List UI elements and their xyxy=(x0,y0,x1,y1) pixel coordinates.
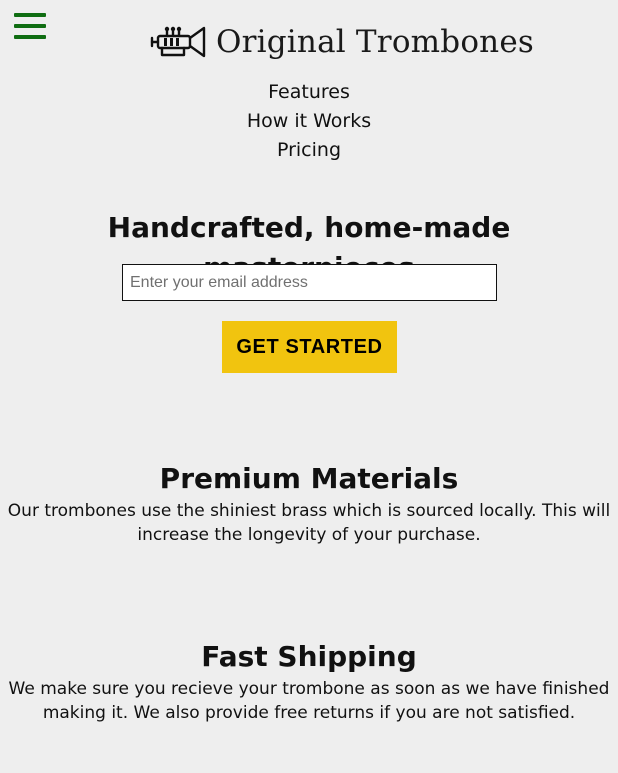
site-logo[interactable]: Original Trombones xyxy=(150,20,534,64)
nav-link-how-it-works[interactable]: How it Works xyxy=(0,107,618,136)
menu-bar-bottom xyxy=(14,35,46,39)
menu-bar-middle xyxy=(14,24,46,28)
feature-description: We make sure you recieve your trombone a… xyxy=(8,679,610,723)
nav-link-features[interactable]: Features xyxy=(0,78,618,107)
email-input[interactable] xyxy=(122,264,497,301)
feature-premium-materials: Premium Materials Our trombones use the … xyxy=(0,461,618,547)
feature-fast-shipping: Fast Shipping We make sure you recieve y… xyxy=(0,639,618,725)
feature-title: Fast Shipping xyxy=(201,640,417,673)
main-nav: Features How it Works Pricing xyxy=(0,78,618,165)
trumpet-icon xyxy=(150,26,206,58)
feature-description: Our trombones use the shiniest brass whi… xyxy=(7,501,611,545)
menu-bar-top xyxy=(14,13,46,17)
nav-link-pricing[interactable]: Pricing xyxy=(0,136,618,165)
get-started-button[interactable]: GET STARTED xyxy=(222,321,397,373)
logo-text: Original Trombones xyxy=(216,23,535,60)
hamburger-menu-icon[interactable] xyxy=(14,13,46,39)
feature-title: Premium Materials xyxy=(159,462,459,495)
